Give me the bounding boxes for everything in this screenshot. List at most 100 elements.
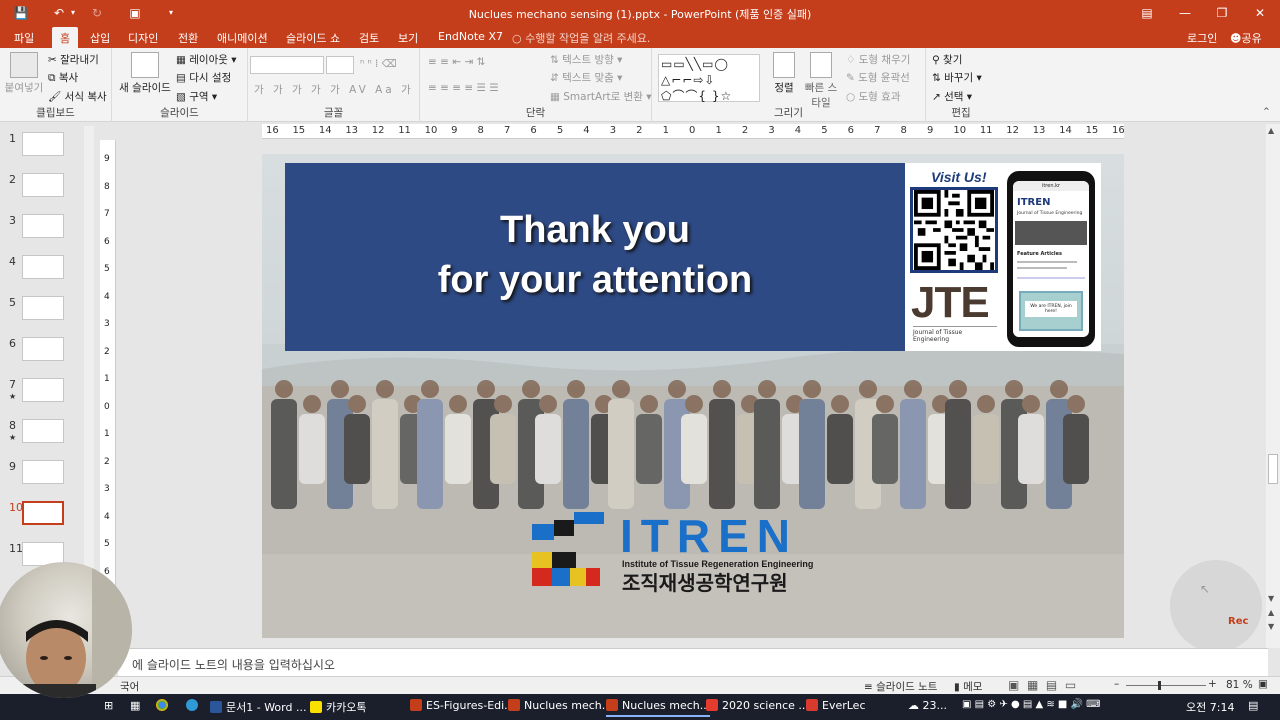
fit-slide-icon[interactable]: ▣ [1258,678,1268,690]
align-buttons[interactable]: ≡ ≡ ≡ ≡ ☰ ☰ [428,82,499,94]
scroll-up-icon[interactable]: ▲ [1268,126,1274,135]
fill-bucket-icon: ♢ [846,54,859,66]
itren-mark: ITREN Institute of Tissue Regeneration E… [532,510,813,595]
recorder-widget[interactable]: Rec ↖ [1170,560,1262,652]
smartart-button[interactable]: ▦ SmartArt로 변환 ▾ [550,89,652,104]
tab-insert[interactable]: 삽입 [90,30,110,46]
taskbar-app-button[interactable]: Nuclues mech... [508,699,612,712]
tab-view[interactable]: 보기 [398,30,418,46]
new-slide-button[interactable]: 새 슬라이드 [118,52,172,95]
shapes-gallery[interactable]: ▭▭╲╲▭◯ △⌐⌐⇨⇩ ⬠⌒⌒{ }☆ [658,54,760,103]
slide-thumbnail[interactable] [22,296,64,320]
zoom-slider-thumb[interactable] [1158,681,1161,690]
clock[interactable]: 오전 7:14 [1186,699,1234,715]
taskbar-app-button[interactable]: 카카오톡 [310,699,366,715]
minimize-icon[interactable]: — [1176,4,1194,22]
previous-slide-icon[interactable]: ▲ [1268,608,1274,617]
rec-label[interactable]: Rec [1228,616,1248,627]
slide-thumbnail[interactable] [22,501,64,525]
section-button[interactable]: ▧ 구역 ▾ [176,89,217,104]
tell-me-box[interactable]: ○ 수행할 작업을 알려 주세요. [512,30,650,46]
ribbon-display-icon[interactable]: ▤ [1138,4,1156,22]
select-button[interactable]: ↗ 선택 ▾ [932,89,972,104]
windows-start-icon[interactable]: ⊞ [104,699,113,712]
view-buttons[interactable]: ▣ ▦ ▤ ▭ [1008,678,1076,692]
copy-button[interactable]: ⧉ 복사 [48,70,78,85]
thumbnail-number: 3 [9,214,16,227]
close-icon[interactable]: ✕ [1251,4,1269,22]
reset-button[interactable]: ▤ 다시 설정 [176,70,231,85]
comments-toggle[interactable]: ▮ 메모 [954,679,982,694]
person-head [758,380,776,398]
phone-text-line [1017,277,1085,279]
notes-placeholder[interactable]: 에 슬라이드 노트의 내용을 입력하십시오 [132,656,335,673]
slide-scrollbar[interactable]: ▲ ▼ ▲ ▼ [1266,124,1280,648]
task-view-icon[interactable]: ▦ [130,699,140,712]
arrange-button[interactable]: 정렬 [766,52,802,95]
layout-button[interactable]: ▦ 레이아웃 ▾ [176,52,237,67]
notifications-icon[interactable]: ▤ [1248,699,1258,712]
font-formatting-row[interactable]: 가 가 가 가 가 AV Aa 가 [254,82,414,97]
slide-thumbnail[interactable] [22,173,64,197]
list-buttons[interactable]: ≡ ≡ ⇤ ⇥ ⇅ [428,56,485,68]
taskbar-app-button[interactable]: 문서1 - Word ... [210,699,306,715]
tab-animations[interactable]: 애니메이션 [217,30,268,46]
zoom-level[interactable]: 81 % [1226,679,1253,691]
zoom-in-icon[interactable]: + [1208,678,1217,690]
scroll-thumb[interactable] [1268,454,1278,484]
person-head [449,395,467,413]
slide-thumbnail[interactable] [22,255,64,279]
text-direction-button[interactable]: ⇅ 텍스트 방향 ▾ [550,52,622,67]
tab-home[interactable]: 홈 [52,27,79,48]
zoom-slider[interactable] [1126,681,1206,690]
restore-icon[interactable]: ❐ [1213,4,1231,22]
share-button[interactable]: ☻공유 [1230,30,1262,46]
ruler-tick-label: 3 [609,125,617,136]
shape-fill-button[interactable]: ♢ 도형 채우기 [846,52,910,67]
next-slide-icon[interactable]: ▼ [1268,622,1274,631]
slide-thumbnail[interactable] [22,214,64,238]
quick-styles-button[interactable]: 빠른 스타일 [802,52,840,110]
shape-outline-button[interactable]: ✎ 도형 윤곽선 [846,70,910,85]
slide-canvas[interactable]: Thank you for your attention Visit Us! J… [262,154,1124,638]
phone-cta-box: We are ITREN, join here! [1019,291,1083,331]
paste-button[interactable]: 붙여넣기 [4,52,44,95]
tab-review[interactable]: 검토 [359,30,379,46]
font-grow-shrink[interactable]: ⁿ ⁿ ⁞ ⌫ [360,58,397,70]
tab-design[interactable]: 디자인 [128,30,158,46]
tab-transitions[interactable]: 전환 [178,30,198,46]
tray-icons[interactable]: ▣ ▤ ⚙ ✈ ● ▤ ▲ ≋ ■ 🔊 ⌨ [962,699,1101,710]
login-link[interactable]: 로그인 [1187,30,1217,46]
slide-thumbnail[interactable] [22,378,64,402]
zoom-out-icon[interactable]: – [1114,678,1119,690]
cursor-icon: ↗ [932,91,945,103]
tab-file[interactable]: 파일 [14,30,34,46]
replace-button[interactable]: ⇅ 바꾸기 ▾ [932,70,982,85]
align-text-button[interactable]: ⇵ 텍스트 맞춤 ▾ [550,70,622,85]
slide-thumbnail[interactable] [22,337,64,361]
scroll-down-icon[interactable]: ▼ [1268,594,1274,603]
notes-toggle[interactable]: ≡ 슬라이드 노트 [864,679,937,694]
taskbar-app-button[interactable]: 2020 science ... [706,699,809,712]
taskbar-app-button[interactable]: Nuclues mech... [606,699,711,717]
shape-effects-button[interactable]: ○ 도형 효과 [846,89,900,104]
font-size-box[interactable] [326,56,354,74]
taskbar-app-button[interactable]: EverLec [806,699,866,712]
find-button[interactable]: ⚲ 찾기 [932,52,962,67]
slide-thumbnail[interactable] [22,132,64,156]
slide-thumbnail[interactable] [22,460,64,484]
font-name-box[interactable] [250,56,324,74]
weather-widget[interactable]: ☁ 23... [908,699,947,712]
taskbar-app-button[interactable]: ES-Figures-Edi... [410,699,515,712]
slide-thumbnail[interactable] [22,419,64,443]
format-painter-button[interactable]: 🖌 서식 복사 [48,89,107,104]
cut-button[interactable]: ✂ 잘라내기 [48,52,99,67]
group-editing: ⚲ 찾기 ⇅ 바꾸기 ▾ ↗ 선택 ▾ 편집 [926,48,996,122]
tab-endnote[interactable]: EndNote X7 [438,30,503,43]
tab-slideshow[interactable]: 슬라이드 쇼 [286,30,340,46]
chrome-icon[interactable] [156,699,172,712]
edge-icon[interactable] [186,699,202,712]
notes-pane[interactable]: 에 슬라이드 노트의 내용을 입력하십시오 [118,648,1268,676]
collapse-ribbon-icon[interactable]: ⌃ [1262,106,1271,118]
language-status[interactable]: 국어 [120,679,139,694]
